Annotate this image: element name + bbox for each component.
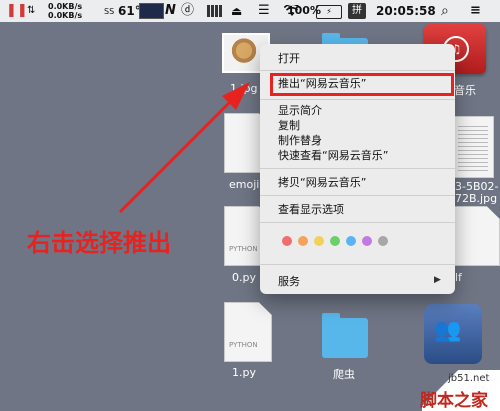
- tag-color-dot[interactable]: [362, 236, 372, 246]
- menu-item-get-info[interactable]: 显示简介: [278, 103, 322, 118]
- menu-separator: [260, 70, 455, 71]
- menu-item-quick-look[interactable]: 快速查看“网易云音乐”: [278, 148, 388, 163]
- tag-color-dot[interactable]: [346, 236, 356, 246]
- tag-color-dot[interactable]: [314, 236, 324, 246]
- menu-item-open[interactable]: 打开: [278, 51, 300, 66]
- annotation-text: 右击选择推出: [27, 229, 171, 257]
- tag-color-dot[interactable]: [282, 236, 292, 246]
- menu-separator: [260, 264, 455, 265]
- menu-separator: [260, 222, 455, 223]
- menu-item-eject[interactable]: 推出“网易云音乐”: [270, 73, 454, 96]
- tag-color-dot[interactable]: [330, 236, 340, 246]
- menu-item-eject-label: 推出“网易云音乐”: [278, 77, 367, 90]
- tag-color-dot[interactable]: [378, 236, 388, 246]
- context-menu: 打开 推出“网易云音乐” 显示简介 复制 制作替身 快速查看“网易云音乐” 拷贝…: [260, 44, 455, 294]
- tag-color-dot[interactable]: [298, 236, 308, 246]
- tag-colors: [282, 236, 388, 246]
- watermark-text: 脚本之家: [420, 391, 488, 411]
- menu-separator: [260, 99, 455, 100]
- menu-item-duplicate[interactable]: 复制: [278, 118, 300, 133]
- menu-item-copy[interactable]: 拷贝“网易云音乐”: [278, 175, 366, 190]
- menu-separator: [260, 168, 455, 169]
- menu-item-services[interactable]: 服务: [278, 274, 300, 289]
- watermark-url: jb51.net: [448, 373, 490, 384]
- menu-separator: [260, 195, 455, 196]
- submenu-arrow-icon: ▶: [434, 275, 441, 285]
- menu-item-view-options[interactable]: 查看显示选项: [278, 202, 344, 217]
- menu-item-make-alias[interactable]: 制作替身: [278, 133, 322, 148]
